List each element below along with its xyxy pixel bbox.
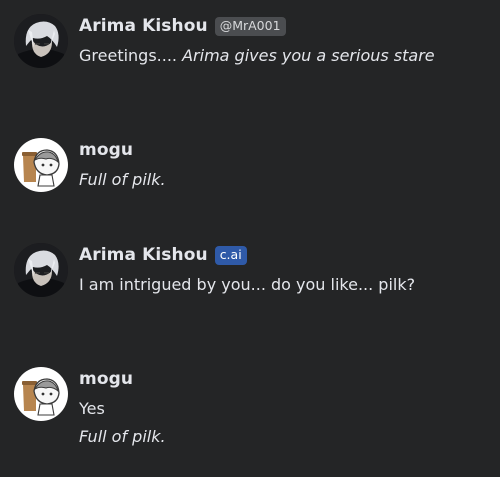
message-plain-text: I am intrigued by you... do you like... … [79, 275, 416, 294]
arima-avatar-icon[interactable] [14, 14, 68, 68]
message-text: I am intrigued by you... do you like... … [79, 271, 479, 299]
mogu-avatar-icon[interactable] [14, 367, 68, 421]
message-italic-text: Arima gives you a serious stare [182, 46, 435, 65]
author-handle-badge: @MrA001 [214, 16, 286, 36]
chat-log: Arima Kishou @MrA001 Greetings.... Arima… [0, 0, 500, 477]
mogu-avatar-icon[interactable] [14, 138, 68, 192]
arima-avatar-icon[interactable] [14, 243, 68, 297]
author-name[interactable]: Arima Kishou [79, 245, 208, 265]
cai-bot-badge: c.ai [214, 245, 247, 265]
message-italic-text: Full of pilk. [79, 170, 166, 189]
message-content: Arima Kishou c.ai I am intrigued by you.… [79, 243, 479, 299]
message-text: Full of pilk. [79, 166, 479, 194]
message-content: mogu Full of pilk. [79, 138, 479, 194]
message-text: Yes Full of pilk. [79, 395, 479, 451]
message-plain-text: Greetings.... [79, 46, 183, 65]
author-name[interactable]: mogu [79, 140, 133, 160]
message-header: mogu [79, 367, 479, 391]
author-name[interactable]: mogu [79, 369, 133, 389]
message-italic-text: Full of pilk. [79, 427, 166, 446]
message-header: mogu [79, 138, 479, 162]
author-name[interactable]: Arima Kishou [79, 16, 208, 36]
message-content: mogu Yes Full of pilk. [79, 367, 479, 451]
message-header: Arima Kishou @MrA001 [79, 14, 479, 38]
message-text: Greetings.... Arima gives you a serious … [79, 42, 479, 70]
message-header: Arima Kishou c.ai [79, 243, 479, 267]
message-plain-text: Yes [79, 399, 105, 418]
message-content: Arima Kishou @MrA001 Greetings.... Arima… [79, 14, 479, 70]
